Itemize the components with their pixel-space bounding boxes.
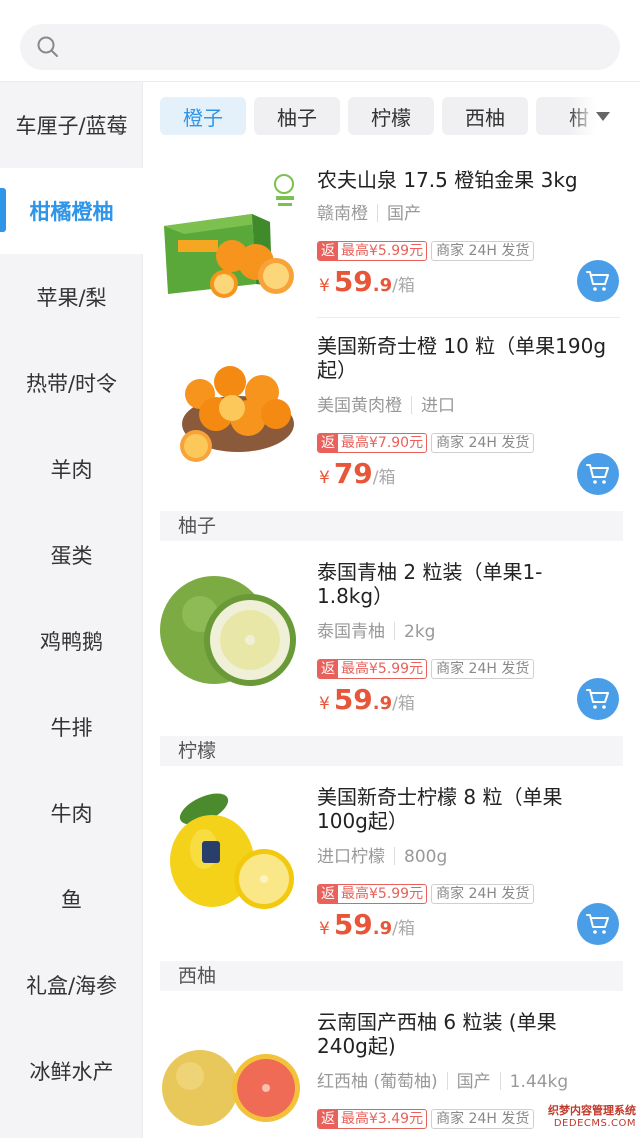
cart-icon <box>586 689 609 709</box>
rebate-badge: 返最高¥5.99元 <box>317 884 428 904</box>
product-title: 美国新奇士柠檬 8 粒（单果100g起） <box>317 785 563 833</box>
product-price: ¥59.9/箱 <box>319 908 415 941</box>
sidebar-item-steak[interactable]: 牛排 <box>0 684 143 770</box>
add-to-cart-button[interactable] <box>577 678 619 720</box>
shipping-badge: 商家 24H 发货 <box>431 884 535 904</box>
product-title: 云南国产西柚 6 粒装 (单果240g起) <box>317 1010 557 1058</box>
sidebar-item-cherry-blueberry[interactable]: 车厘子/蓝莓 <box>0 82 143 168</box>
product-card[interactable]: 泰国青柚 2 粒装（单果1-1.8kg） 泰国青柚 2kg 返最高¥5.99元 商家… <box>143 544 640 734</box>
product-image <box>170 793 294 909</box>
rebate-badge: 返最高¥7.90元 <box>317 433 428 453</box>
product-image <box>162 1050 300 1126</box>
sidebar-item-giftbox[interactable]: 礼盒/海参 <box>0 942 143 1028</box>
shipping-badge: 商家 24H 发货 <box>431 659 535 679</box>
product-title: 泰国青柚 2 粒装（单果1-1.8kg） <box>317 560 543 608</box>
sidebar-item-poultry[interactable]: 鸡鸭鹅 <box>0 598 143 684</box>
add-to-cart-button[interactable] <box>577 260 619 302</box>
product-title: 农夫山泉 17.5 橙铂金果 3kg <box>317 168 578 192</box>
product-list: 农夫山泉 17.5 橙铂金果 3kg 赣南橙 国产 返最高¥5.99元 商家 24H… <box>143 152 640 1138</box>
sidebar-item-apple-pear[interactable]: 苹果/梨 <box>0 254 143 340</box>
product-price: ¥59.9/箱 <box>319 265 415 298</box>
product-price: ¥59.9/箱 <box>319 683 415 716</box>
active-indicator <box>0 188 6 232</box>
cart-icon <box>586 464 609 484</box>
product-badges: 返最高¥5.99元 商家 24H 发货 <box>317 659 535 679</box>
sidebar-item-seafood[interactable]: 冰鲜水产 <box>0 1028 143 1114</box>
section-header-grapefruit: 西柚 <box>160 961 623 991</box>
product-badges: 返最高¥7.90元 商家 24H 发货 <box>317 433 535 453</box>
shipping-badge: 商家 24H 发货 <box>431 241 535 261</box>
product-badges: 返最高¥5.99元 商家 24H 发货 <box>317 884 535 904</box>
tab-orange[interactable]: 橙子 <box>160 97 246 135</box>
sidebar-item-beef[interactable]: 牛肉 <box>0 770 143 856</box>
watermark-logo: 织梦内容管理系统 DEDECMS.COM <box>548 1104 636 1129</box>
rebate-badge: 返最高¥3.49元 <box>317 1109 428 1129</box>
product-card[interactable]: 美国新奇士橙 10 粒（单果190g起） 美国黄肉橙 进口 返最高¥7.90元 商家… <box>143 318 640 508</box>
search-bar <box>0 0 640 82</box>
add-to-cart-button[interactable] <box>577 453 619 495</box>
section-header-lemon: 柠檬 <box>160 736 623 766</box>
rebate-badge: 返最高¥5.99元 <box>317 241 428 261</box>
shipping-badge: 商家 24H 发货 <box>431 433 535 453</box>
add-to-cart-button[interactable] <box>577 903 619 945</box>
product-tags: 进口柠檬 800g <box>317 847 448 867</box>
product-image <box>164 174 294 298</box>
sidebar-item-eggs[interactable]: 蛋类 <box>0 512 143 598</box>
product-price: ¥79/箱 <box>319 457 396 490</box>
sidebar-item-citrus[interactable]: 柑橘橙柚 <box>0 168 143 254</box>
product-badges: 返最高¥3.49元 商家 24H 发货 <box>317 1109 535 1129</box>
product-title: 美国新奇士橙 10 粒（单果190g起） <box>317 334 607 382</box>
search-icon <box>37 36 58 57</box>
sidebar-item-tropical[interactable]: 热带/时令 <box>0 340 143 426</box>
product-tags: 红西柚 (葡萄柚) 国产 1.44kg <box>317 1072 569 1092</box>
tab-lemon[interactable]: 柠檬 <box>348 97 434 135</box>
search-input[interactable] <box>20 24 620 70</box>
product-card[interactable]: 农夫山泉 17.5 橙铂金果 3kg 赣南橙 国产 返最高¥5.99元 商家 24H… <box>143 152 640 317</box>
product-image <box>180 366 294 462</box>
cart-icon <box>586 271 609 291</box>
shipping-badge: 商家 24H 发货 <box>431 1109 535 1129</box>
product-image <box>160 576 296 686</box>
product-tags: 美国黄肉橙 进口 <box>317 396 455 416</box>
cart-icon <box>586 914 609 934</box>
expand-tabs-icon[interactable] <box>596 112 610 121</box>
tab-pomelo[interactable]: 柚子 <box>254 97 340 135</box>
product-tags: 泰国青柚 2kg <box>317 622 436 642</box>
section-header-pomelo: 柚子 <box>160 511 623 541</box>
product-tags: 赣南橙 国产 <box>317 204 421 224</box>
product-card[interactable]: 美国新奇士柠檬 8 粒（单果100g起） 进口柠檬 800g 返最高¥5.99元商… <box>143 769 640 959</box>
rebate-badge: 返最高¥5.99元 <box>317 659 428 679</box>
category-sidebar: 车厘子/蓝莓 柑橘橙柚 苹果/梨 热带/时令 羊肉 蛋类 鸡鸭鹅 牛排 牛肉 鱼… <box>0 82 143 1138</box>
tab-grapefruit[interactable]: 西柚 <box>442 97 528 135</box>
product-badges: 返最高¥5.99元 商家 24H 发货 <box>317 241 535 261</box>
subcategory-tabs: 橙子 柚子 柠檬 西柚 柑 <box>143 82 640 152</box>
sidebar-item-lamb[interactable]: 羊肉 <box>0 426 143 512</box>
sidebar-item-fish[interactable]: 鱼 <box>0 856 143 942</box>
